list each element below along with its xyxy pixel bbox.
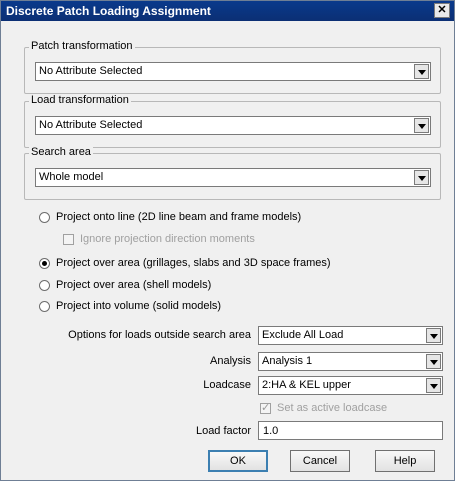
patch-transformation-select[interactable]: No Attribute Selected bbox=[35, 62, 431, 81]
chevron-down-icon[interactable] bbox=[426, 328, 441, 343]
dialog-title: Discrete Patch Loading Assignment bbox=[6, 4, 211, 18]
radio-button-icon[interactable] bbox=[39, 300, 50, 312]
radio-project-into-volume-label: Project into volume (solid models) bbox=[56, 300, 222, 312]
chevron-down-icon[interactable] bbox=[414, 64, 429, 79]
checkbox-set-active-loadcase-label: Set as active loadcase bbox=[277, 402, 388, 414]
ok-button[interactable]: OK bbox=[208, 450, 268, 472]
loadcase-label: Loadcase bbox=[203, 379, 251, 391]
checkbox-ignore-moments[interactable]: Ignore projection direction moments bbox=[63, 231, 255, 247]
radio-project-over-area-shell-label: Project over area (shell models) bbox=[56, 279, 212, 291]
load-factor-field[interactable] bbox=[259, 422, 442, 439]
analysis-label: Analysis bbox=[210, 355, 251, 367]
patch-transformation-group: Patch transformation No Attribute Select… bbox=[24, 40, 441, 94]
patch-transformation-label: Patch transformation bbox=[29, 40, 135, 52]
help-button-label: Help bbox=[393, 455, 417, 467]
radio-project-onto-line[interactable]: Project onto line (2D line beam and fram… bbox=[39, 209, 301, 225]
chevron-down-icon[interactable] bbox=[426, 354, 441, 369]
cancel-button-label: Cancel bbox=[302, 455, 338, 467]
loadcase-value: 2:HA & KEL upper bbox=[262, 379, 351, 391]
close-icon: ✕ bbox=[437, 4, 447, 16]
loadcase-select[interactable]: 2:HA & KEL upper bbox=[258, 376, 443, 395]
chevron-down-icon[interactable] bbox=[426, 378, 441, 393]
load-transformation-label: Load transformation bbox=[29, 94, 131, 106]
radio-project-into-volume[interactable]: Project into volume (solid models) bbox=[39, 298, 221, 314]
radio-project-over-area-grillage[interactable]: Project over area (grillages, slabs and … bbox=[39, 255, 331, 271]
radio-project-over-area-shell[interactable]: Project over area (shell models) bbox=[39, 277, 211, 293]
analysis-value: Analysis 1 bbox=[262, 355, 313, 367]
chevron-down-icon[interactable] bbox=[414, 170, 429, 185]
search-area-label: Search area bbox=[29, 146, 93, 158]
outside-search-area-label: Options for loads outside search area bbox=[68, 329, 251, 341]
load-transformation-value: No Attribute Selected bbox=[39, 119, 143, 131]
title-bar[interactable]: Discrete Patch Loading Assignment ✕ bbox=[1, 1, 454, 21]
ok-button-label: OK bbox=[230, 455, 246, 467]
patch-transformation-value: No Attribute Selected bbox=[39, 65, 143, 77]
checkbox-checked-icon[interactable] bbox=[260, 401, 271, 414]
radio-button-icon[interactable] bbox=[39, 279, 50, 291]
checkbox-icon[interactable] bbox=[63, 233, 74, 245]
outside-search-area-select[interactable]: Exclude All Load bbox=[258, 326, 443, 345]
radio-project-onto-line-label: Project onto line (2D line beam and fram… bbox=[56, 211, 302, 223]
checkbox-ignore-moments-label: Ignore projection direction moments bbox=[80, 233, 255, 245]
search-area-select[interactable]: Whole model bbox=[35, 168, 431, 187]
search-area-value: Whole model bbox=[39, 171, 104, 183]
close-button[interactable]: ✕ bbox=[434, 3, 450, 18]
load-factor-input[interactable] bbox=[258, 421, 443, 440]
radio-button-icon[interactable] bbox=[39, 211, 50, 223]
dialog-window: Discrete Patch Loading Assignment ✕ Patc… bbox=[0, 0, 455, 481]
chevron-down-icon[interactable] bbox=[414, 118, 429, 133]
outside-search-area-value: Exclude All Load bbox=[262, 329, 344, 341]
search-area-group: Search area Whole model bbox=[24, 146, 441, 200]
load-transformation-select[interactable]: No Attribute Selected bbox=[35, 116, 431, 135]
radio-project-over-area-grillage-label: Project over area (grillages, slabs and … bbox=[56, 257, 331, 269]
cancel-button[interactable]: Cancel bbox=[290, 450, 350, 472]
analysis-select[interactable]: Analysis 1 bbox=[258, 352, 443, 371]
load-factor-label: Load factor bbox=[195, 425, 251, 437]
load-transformation-group: Load transformation No Attribute Selecte… bbox=[24, 94, 441, 148]
checkbox-set-active-loadcase[interactable]: Set as active loadcase bbox=[260, 400, 387, 416]
radio-button-selected-icon[interactable] bbox=[39, 257, 50, 269]
help-button[interactable]: Help bbox=[375, 450, 435, 472]
